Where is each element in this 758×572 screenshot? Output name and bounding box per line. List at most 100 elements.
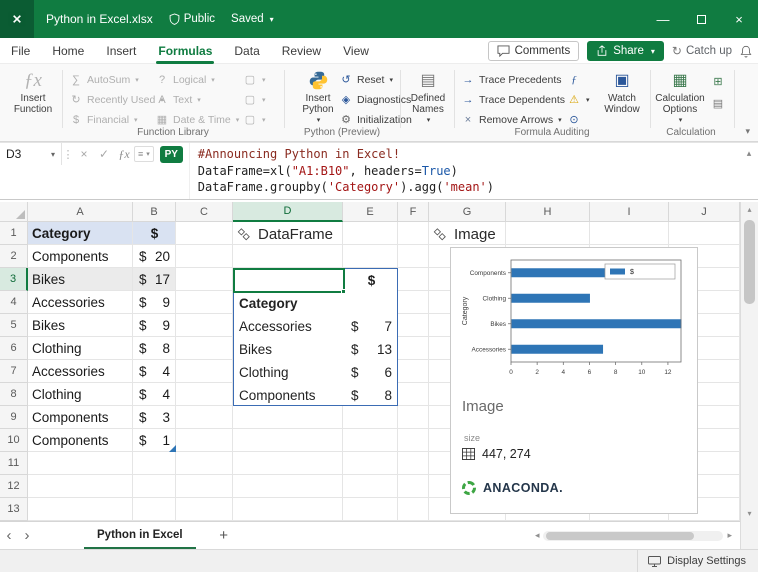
- tab-insert[interactable]: Insert: [95, 38, 147, 64]
- vertical-scroll-thumb[interactable]: [744, 220, 755, 304]
- cell-B6[interactable]: $8: [133, 337, 176, 360]
- bell-icon[interactable]: [740, 45, 752, 58]
- sheet-nav-right-arrow[interactable]: ›: [18, 527, 36, 544]
- spill-category-Accessories[interactable]: Accessories: [234, 315, 344, 338]
- catch-up-button[interactable]: ↻ Catch up: [672, 44, 732, 58]
- cell-A10[interactable]: Components: [28, 429, 133, 452]
- row-header-12[interactable]: 12: [0, 475, 28, 498]
- cell-A9[interactable]: Components: [28, 406, 133, 429]
- tab-data[interactable]: Data: [223, 38, 270, 64]
- column-header-I[interactable]: I: [590, 202, 669, 222]
- cell-A6[interactable]: Clothing: [28, 337, 133, 360]
- column-header-F[interactable]: F: [398, 202, 429, 222]
- cell-A4[interactable]: Accessories: [28, 291, 133, 314]
- scroll-left-arrow[interactable]: ◂: [535, 530, 540, 541]
- spill-value-Bikes[interactable]: $13: [344, 338, 399, 361]
- watch-window-button[interactable]: ▣ Watch Window: [596, 68, 648, 115]
- cancel-button[interactable]: ×: [74, 143, 94, 165]
- row-header-5[interactable]: 5: [0, 314, 28, 337]
- tab-view[interactable]: View: [332, 38, 380, 64]
- logical-button[interactable]: ?Logical▾: [152, 70, 218, 89]
- cell-A7[interactable]: Accessories: [28, 360, 133, 383]
- close-button[interactable]: ×: [720, 0, 758, 38]
- row-header-4[interactable]: 4: [0, 291, 28, 314]
- column-header-J[interactable]: J: [669, 202, 740, 222]
- trace-precedents-button[interactable]: →Trace Precedents: [458, 70, 564, 89]
- sheet-nav-left-arrow[interactable]: ‹: [0, 527, 18, 544]
- cell-A3[interactable]: Bikes: [28, 268, 133, 291]
- row-header-2[interactable]: 2: [0, 245, 28, 268]
- collapse-formula-bar-button[interactable]: ▴: [740, 143, 758, 199]
- reset-button[interactable]: ↺Reset▾: [336, 70, 396, 89]
- diagnostics-button[interactable]: ◈Diagnostics: [336, 90, 414, 109]
- spill-category-Clothing[interactable]: Clothing: [234, 361, 344, 384]
- text-button[interactable]: AText▾: [152, 90, 204, 109]
- scroll-down-arrow[interactable]: ▾: [741, 506, 758, 521]
- sensitivity-label-button[interactable]: Public: [169, 13, 215, 25]
- active-cell[interactable]: [233, 268, 345, 293]
- column-header-E[interactable]: E: [343, 202, 398, 222]
- spill-value-Accessories[interactable]: $7: [344, 315, 399, 338]
- select-all-corner[interactable]: [0, 202, 28, 222]
- cell-B5[interactable]: $9: [133, 314, 176, 337]
- insert-function-small-button[interactable]: ƒx: [114, 143, 134, 165]
- formula-line[interactable]: DataFrame.groupby('Category').agg('mean'…: [198, 179, 732, 196]
- formula-line[interactable]: DataFrame=xl("A1:B10", headers=True): [198, 163, 732, 180]
- cell-A1[interactable]: Category: [28, 222, 133, 245]
- vertical-scrollbar[interactable]: ▴ ▾: [740, 202, 758, 521]
- python-output-type-dropdown[interactable]: ≡▾: [134, 146, 154, 162]
- defined-names-button[interactable]: ▤ Defined Names ▾: [404, 68, 452, 126]
- spill-value-Components[interactable]: $8: [344, 384, 399, 407]
- spill-value-Clothing[interactable]: $6: [344, 361, 399, 384]
- row-header-13[interactable]: 13: [0, 498, 28, 521]
- cell-A8[interactable]: Clothing: [28, 383, 133, 406]
- column-header-G[interactable]: G: [429, 202, 506, 222]
- range-corner-handle[interactable]: [169, 445, 176, 452]
- calculate-sheet-button[interactable]: ▤: [708, 94, 728, 113]
- enter-button[interactable]: ✓: [94, 143, 114, 165]
- calculation-options-button[interactable]: ▦ Calculation Options ▾: [654, 68, 706, 126]
- tab-review[interactable]: Review: [271, 38, 332, 64]
- share-button[interactable]: Share ▾: [587, 41, 664, 61]
- scroll-up-arrow[interactable]: ▴: [741, 202, 758, 217]
- row-header-7[interactable]: 7: [0, 360, 28, 383]
- cell-B7[interactable]: $4: [133, 360, 176, 383]
- spreadsheet-grid[interactable]: DataFrame Image $ Category Accessories$7…: [0, 202, 740, 521]
- row-header-6[interactable]: 6: [0, 337, 28, 360]
- sheet-tab-active[interactable]: Python in Excel: [84, 522, 196, 549]
- tab-home[interactable]: Home: [41, 38, 95, 64]
- lookup-reference-button[interactable]: ▢▾: [240, 70, 269, 89]
- collapse-ribbon-button[interactable]: ▾: [745, 126, 750, 137]
- horizontal-scrollbar[interactable]: ◂ ▸: [535, 530, 732, 541]
- autosum-button[interactable]: ∑AutoSum▾: [66, 70, 142, 89]
- cell-B9[interactable]: $3: [133, 406, 176, 429]
- horizontal-scroll-track[interactable]: [543, 531, 723, 541]
- row-header-11[interactable]: 11: [0, 452, 28, 475]
- comments-button[interactable]: Comments: [488, 41, 580, 61]
- add-sheet-button[interactable]: +: [214, 527, 234, 544]
- row-header-3[interactable]: 3: [0, 268, 28, 291]
- row-header-9[interactable]: 9: [0, 406, 28, 429]
- cell-A2[interactable]: Components: [28, 245, 133, 268]
- cell-B8[interactable]: $4: [133, 383, 176, 406]
- scroll-right-arrow[interactable]: ▸: [727, 530, 732, 541]
- math-trig-button[interactable]: ▢▾: [240, 90, 269, 109]
- cell-B4[interactable]: $9: [133, 291, 176, 314]
- column-header-B[interactable]: B: [133, 202, 176, 222]
- spill-category-Bikes[interactable]: Bikes: [234, 338, 344, 361]
- calculate-now-button[interactable]: ⊞: [708, 72, 728, 91]
- horizontal-scroll-thumb[interactable]: [546, 532, 694, 540]
- cell-B1[interactable]: $: [133, 222, 176, 245]
- row-header-10[interactable]: 10: [0, 429, 28, 452]
- error-checking-button[interactable]: ⚠▾: [564, 90, 593, 109]
- maximize-button[interactable]: [682, 0, 720, 38]
- minimize-button[interactable]: —: [644, 0, 682, 38]
- row-header-8[interactable]: 8: [0, 383, 28, 406]
- cell-B3[interactable]: $17: [133, 268, 176, 291]
- save-status-dropdown[interactable]: Saved ▾: [231, 13, 274, 25]
- excel-app-icon[interactable]: [0, 0, 34, 38]
- row-header-1[interactable]: 1: [0, 222, 28, 245]
- cell-A5[interactable]: Bikes: [28, 314, 133, 337]
- spill-category-Components[interactable]: Components: [234, 384, 344, 407]
- column-header-H[interactable]: H: [506, 202, 590, 222]
